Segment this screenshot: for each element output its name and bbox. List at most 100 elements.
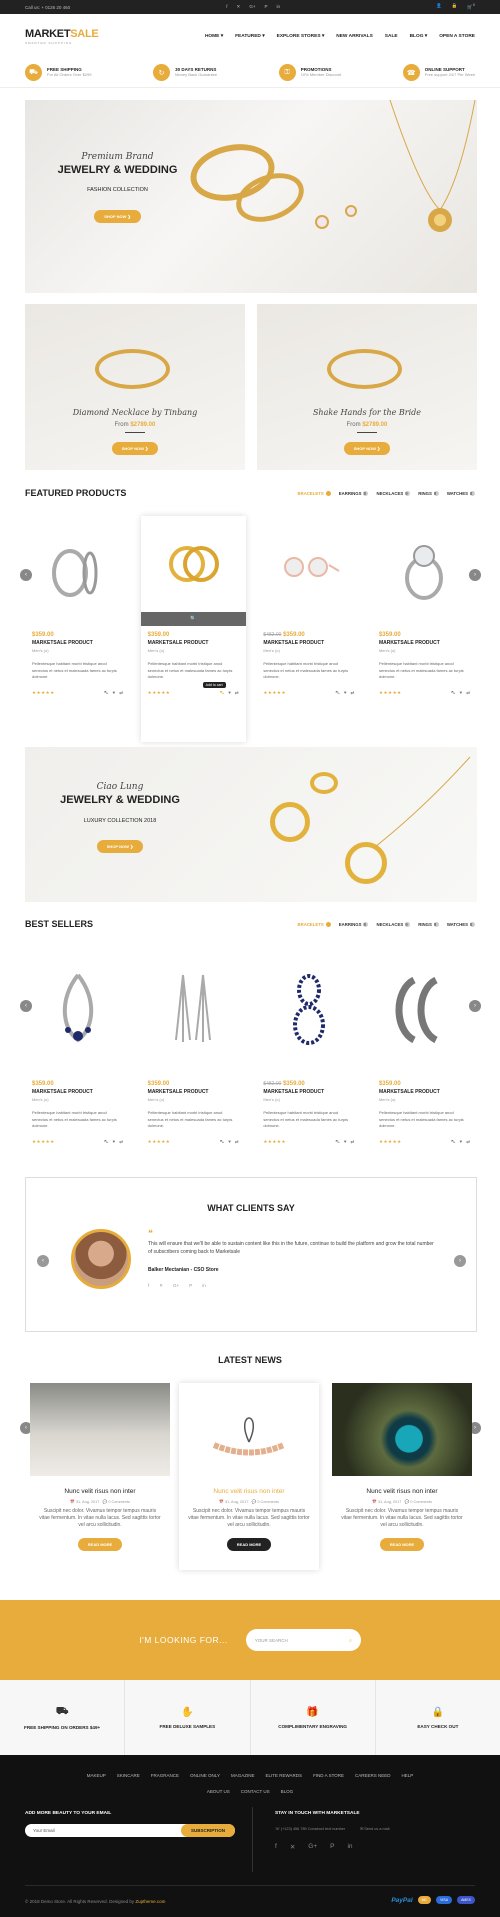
tab-necklaces[interactable]: NECKLACES 9 xyxy=(376,921,411,927)
product-card[interactable]: $359.00 MARKETSALE PRODUCT Men's (o) Pellen… xyxy=(25,945,130,1160)
compare-icon[interactable]: ⇄ xyxy=(466,1139,470,1146)
read-more-button[interactable]: READ MORE xyxy=(226,1538,272,1551)
instagram-icon[interactable]: in xyxy=(347,1843,352,1851)
google-plus-icon[interactable]: G+ xyxy=(249,4,255,10)
wishlist-icon[interactable]: ♥ xyxy=(344,1139,347,1146)
news-card-title[interactable]: Nunc velit risus non inter xyxy=(179,1488,319,1495)
wishlist-icon[interactable]: ♥ xyxy=(228,1139,231,1146)
logo[interactable]: MARKETSALE SMARTER SHOPPING xyxy=(25,28,99,45)
tab-bracelets[interactable]: BRACELETS 6 xyxy=(298,490,331,496)
product-card[interactable]: $359.00 MARKETSALE PRODUCT Men's (o) Pellen… xyxy=(141,945,246,1160)
tab-rings[interactable]: RINGS 9 xyxy=(418,921,439,927)
wishlist-icon[interactable]: ♥ xyxy=(228,690,231,697)
cart-icon[interactable]: ⛍ xyxy=(104,690,109,697)
footer-link[interactable]: SKINCARE xyxy=(117,1773,140,1778)
product-card[interactable]: $482.00 $359.00 MARKETSALE PRODUCT Men's (… xyxy=(256,516,361,742)
testimonial-prev-arrow[interactable]: ‹ xyxy=(37,1255,49,1267)
footer-link[interactable]: CAREERS NEED xyxy=(355,1773,391,1778)
compare-icon[interactable]: ⇄ xyxy=(235,1139,239,1146)
google-plus-icon[interactable]: G+ xyxy=(308,1843,317,1851)
facebook-icon[interactable]: f xyxy=(275,1843,277,1851)
read-more-button[interactable]: READ MORE xyxy=(77,1538,123,1551)
designer-link[interactable]: Zuptheme.com xyxy=(135,1899,165,1904)
twitter-icon[interactable]: ✕ xyxy=(237,4,241,10)
pinterest-icon[interactable]: P xyxy=(330,1843,334,1851)
nav-new-arrivals[interactable]: NEW ARRIVALS xyxy=(336,34,373,39)
news-card[interactable]: Nunc velit risus non inter 📅 31, Aug, 20… xyxy=(30,1383,170,1570)
product-name[interactable]: MARKETSALE PRODUCT xyxy=(32,1089,123,1095)
product-card[interactable]: 🔍 $359.00 MARKETSALE PRODUCT Men's (o) Pell… xyxy=(140,516,246,742)
compare-icon[interactable]: ⇄ xyxy=(351,690,355,697)
twitter-icon[interactable]: ✕ xyxy=(159,1283,163,1289)
footer-link[interactable]: ONLINE ONLY xyxy=(190,1773,220,1778)
tab-bracelets[interactable]: BRACELETS 6 xyxy=(298,921,331,927)
cart-icon[interactable]: ⛍ xyxy=(220,690,225,697)
wishlist-icon[interactable]: ♥ xyxy=(460,690,463,697)
quick-view-button[interactable]: 🔍 xyxy=(140,612,246,626)
nav-open-a-store[interactable]: OPEN A STORE xyxy=(439,34,475,39)
search-input[interactable]: YOUR SEARCH ⌕ xyxy=(245,1629,361,1651)
hero-shop-now-button[interactable]: SHOP NOW ❯ xyxy=(94,210,141,223)
cart-icon[interactable]: ⛍ xyxy=(220,1139,225,1146)
footer-link[interactable]: BLOG xyxy=(281,1789,294,1794)
promo-banner-right[interactable]: Shake Hands for the Bride From $2789.00 … xyxy=(257,304,477,470)
compare-icon[interactable]: ⇄ xyxy=(351,1139,355,1146)
twitter-icon[interactable]: ✕ xyxy=(290,1843,295,1851)
footer-link[interactable]: FIND A STORE xyxy=(313,1773,344,1778)
promo-banner-left[interactable]: Diamond Necklace by Tinbang From $2789.0… xyxy=(25,304,245,470)
google-plus-icon[interactable]: G+ xyxy=(173,1283,179,1289)
pinterest-icon[interactable]: P xyxy=(189,1283,192,1289)
cart-icon[interactable]: ⛍ xyxy=(451,1139,456,1146)
footer-link[interactable]: HELP xyxy=(402,1773,414,1778)
facebook-icon[interactable]: f xyxy=(226,4,227,10)
wishlist-icon[interactable]: ♥ xyxy=(344,690,347,697)
nav-explore-stores[interactable]: EXPLORE STORES ▾ xyxy=(277,34,325,39)
linkedin-icon[interactable]: in xyxy=(276,4,280,10)
promo-shop-now-button[interactable]: SHOP NOW ❯ xyxy=(343,442,391,455)
facebook-icon[interactable]: f xyxy=(148,1283,149,1289)
person-icon[interactable]: 👤 xyxy=(436,3,442,11)
compare-icon[interactable]: ⇄ xyxy=(119,1139,123,1146)
search-icon[interactable]: ⌕ xyxy=(349,1638,352,1643)
product-card[interactable]: $359.00 MARKETSALE PRODUCT Men's (o) Pellen… xyxy=(372,516,477,742)
footer-link[interactable]: ABOUT US xyxy=(207,1789,230,1794)
compare-icon[interactable]: ⇄ xyxy=(466,690,470,697)
product-name[interactable]: MARKETSALE PRODUCT xyxy=(148,1089,239,1095)
banner-shop-now-button[interactable]: SHOP NOW ❯ xyxy=(96,840,144,853)
footer-link[interactable]: CONTACT US xyxy=(241,1789,270,1794)
pinterest-icon[interactable]: P xyxy=(264,4,267,10)
product-name[interactable]: MARKETSALE PRODUCT xyxy=(32,640,123,646)
footer-link[interactable]: FRAGRANCE xyxy=(151,1773,179,1778)
mail-text[interactable]: ✉ Send us a mail xyxy=(360,1826,389,1831)
product-name[interactable]: MARKETSALE PRODUCT xyxy=(148,640,239,646)
nav-blog[interactable]: BLOG ▾ xyxy=(410,34,428,39)
news-card[interactable]: Nunc velit risus non inter 📅 31, Aug, 20… xyxy=(179,1383,319,1570)
wishlist-icon[interactable]: ♥ xyxy=(113,690,116,697)
product-name[interactable]: MARKETSALE PRODUCT xyxy=(263,640,354,646)
tab-watches[interactable]: WATCHES 8 xyxy=(447,490,475,496)
tab-earrings[interactable]: EARRINGS 9 xyxy=(339,921,369,927)
wishlist-icon[interactable]: ♥ xyxy=(113,1139,116,1146)
cart-icon[interactable]: 🛒0 xyxy=(467,3,475,11)
tab-rings[interactable]: RINGS 9 xyxy=(418,490,439,496)
nav-home[interactable]: HOME ▾ xyxy=(205,34,223,39)
compare-icon[interactable]: ⇄ xyxy=(235,690,239,697)
product-card[interactable]: $359.00 MARKETSALE PRODUCT Men's (o) Pellen… xyxy=(25,516,130,742)
product-name[interactable]: MARKETSALE PRODUCT xyxy=(263,1089,354,1095)
lock-icon[interactable]: 🔒 xyxy=(452,3,458,11)
cart-icon[interactable]: ⛍ xyxy=(335,1139,340,1146)
promo-shop-now-button[interactable]: SHOP NOW ❯ xyxy=(111,442,159,455)
tab-necklaces[interactable]: NECKLACES 9 xyxy=(376,490,411,496)
nav-sale[interactable]: SALE xyxy=(385,34,398,39)
footer-link[interactable]: MAGAZINE xyxy=(231,1773,255,1778)
news-card-title[interactable]: Nunc velit risus non inter xyxy=(332,1488,472,1495)
product-card[interactable]: $359.00 MARKETSALE PRODUCT Men's (o) Pellen… xyxy=(372,945,477,1160)
nav-featured[interactable]: FEATURED ▾ xyxy=(235,34,265,39)
subscribe-button[interactable]: SUBSCRIPTION xyxy=(180,1824,235,1837)
cart-icon[interactable]: ⛍ xyxy=(451,690,456,697)
email-field[interactable]: Your Email SUBSCRIPTION xyxy=(25,1824,235,1837)
footer-link[interactable]: MAKEUP xyxy=(87,1773,106,1778)
read-more-button[interactable]: READ MORE xyxy=(379,1538,425,1551)
footer-link[interactable]: ELITE REWARDS xyxy=(265,1773,302,1778)
cart-icon[interactable]: ⛍ xyxy=(104,1139,109,1146)
